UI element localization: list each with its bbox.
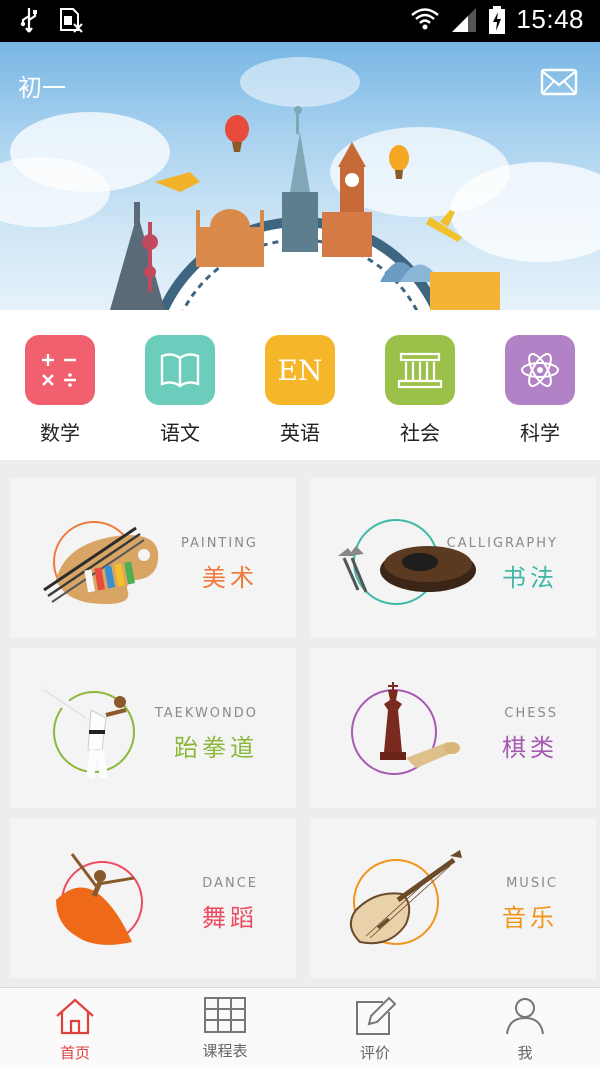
battery-icon	[489, 5, 506, 34]
tab-evaluation[interactable]: 评价	[300, 996, 450, 1063]
inkstone-icon	[338, 519, 476, 605]
course-card-chess[interactable]: CHESS 棋类	[310, 648, 596, 808]
subject-row: 数学 语文 EN 英语 社会 科学	[0, 310, 600, 460]
course-en-label: DANCE	[202, 876, 258, 891]
course-en-label: PAINTING	[180, 536, 258, 551]
grade-label[interactable]: 初一	[18, 68, 66, 103]
course-en-label: CHESS	[504, 706, 558, 721]
clock: 15:48	[516, 4, 584, 34]
subject-science[interactable]: 科学	[480, 335, 600, 446]
math-icon	[25, 335, 95, 405]
mail-icon[interactable]	[540, 68, 578, 96]
usb-icon	[20, 8, 37, 33]
atom-icon	[505, 335, 575, 405]
pipa-icon	[349, 850, 462, 945]
course-cn-label: 音乐	[502, 904, 558, 932]
course-en-label: MUSIC	[506, 876, 558, 891]
course-card-painting[interactable]: PAINTING 美术	[10, 478, 296, 638]
course-cn-label: 跆拳道	[174, 734, 258, 762]
tab-label: 我	[517, 1044, 533, 1062]
course-card-music[interactable]: MUSIC 音乐	[310, 818, 596, 978]
course-en-label: CALLIGRAPHY	[446, 536, 558, 551]
subject-label: 社会	[400, 421, 440, 445]
subject-label: 英语	[280, 421, 320, 445]
bottom-tab-bar: 首页 课程表 评价 我	[0, 987, 600, 1067]
chess-icon	[351, 682, 460, 775]
grid-icon	[204, 997, 246, 1033]
dancer-icon	[56, 853, 143, 945]
banner: 初一	[0, 42, 600, 310]
subject-math[interactable]: 数学	[0, 335, 120, 446]
subject-label: 科学	[520, 421, 560, 445]
tab-label: 课程表	[202, 1042, 248, 1060]
palette-icon	[43, 521, 159, 604]
subject-society[interactable]: 社会	[360, 335, 480, 446]
user-icon	[506, 998, 544, 1035]
tab-schedule[interactable]: 课程表	[150, 996, 300, 1061]
course-card-dance[interactable]: DANCE 舞蹈	[10, 818, 296, 978]
course-cn-label: 美术	[202, 564, 258, 592]
building-icon	[385, 335, 455, 405]
taekwondo-icon	[39, 685, 135, 779]
tab-label: 评价	[359, 1044, 390, 1062]
subject-english[interactable]: EN 英语	[240, 335, 360, 446]
course-cn-label: 舞蹈	[202, 904, 258, 932]
home-icon	[56, 998, 94, 1035]
tab-me[interactable]: 我	[450, 996, 600, 1063]
english-icon-text: EN	[277, 353, 323, 387]
edit-icon	[356, 996, 397, 1035]
subject-label: 语文	[160, 421, 200, 445]
tab-label: 首页	[59, 1044, 90, 1062]
course-en-label: TAEKWONDO	[154, 706, 258, 721]
signal-icon	[452, 7, 477, 32]
travel-landmarks-illustration	[0, 57, 600, 310]
no-sim-icon	[60, 8, 83, 33]
subject-chinese[interactable]: 语文	[120, 335, 240, 446]
course-card-calligraphy[interactable]: CALLIGRAPHY 书法	[310, 478, 596, 638]
book-icon	[145, 335, 215, 405]
course-cn-label: 书法	[502, 564, 558, 592]
subject-label: 数学	[40, 421, 80, 445]
course-cn-label: 棋类	[502, 734, 558, 762]
english-icon: EN	[265, 335, 335, 405]
wifi-icon	[411, 7, 440, 29]
course-card-taekwondo[interactable]: TAEKWONDO 跆拳道	[10, 648, 296, 808]
tab-home[interactable]: 首页	[0, 996, 150, 1063]
status-bar: 15:48	[0, 0, 600, 42]
